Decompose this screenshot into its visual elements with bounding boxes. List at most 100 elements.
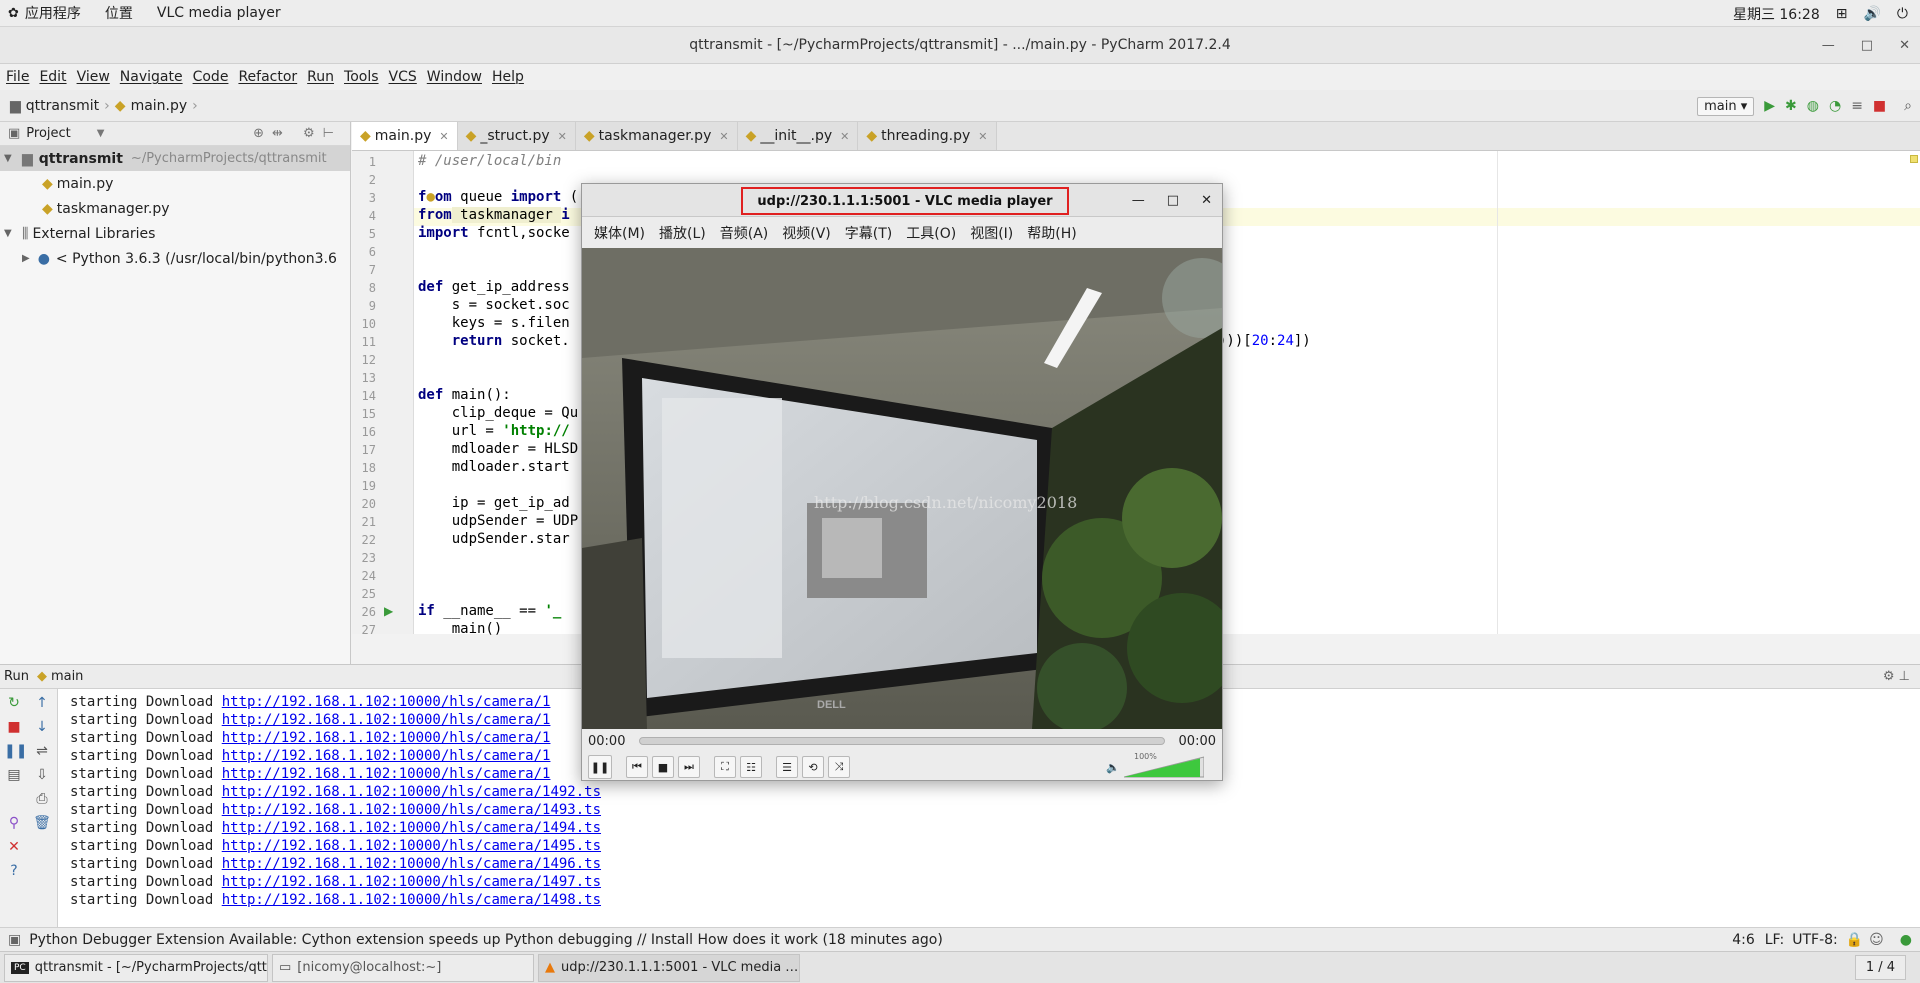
tab-struct[interactable]: ◆ _struct.py ✕ <box>457 122 576 150</box>
task-terminal[interactable]: ▭ [nicomy@localhost:~] <box>272 953 534 982</box>
tree-file-main[interactable]: ◆ main.py <box>0 171 350 196</box>
minimize-icon[interactable]: — <box>1132 193 1145 208</box>
run-config-select[interactable]: main ▾ <box>1697 96 1755 116</box>
console-link[interactable]: http://192.168.1.102:10000/hls/camera/14… <box>222 838 601 854</box>
vlc-menu-subtitle[interactable]: 字幕(T) <box>845 223 892 243</box>
scroll-down-icon[interactable]: ↓ <box>32 719 52 735</box>
console-link[interactable]: http://192.168.1.102:10000/hls/camera/14… <box>222 802 601 818</box>
chevron-down-icon[interactable]: ▼ <box>4 228 18 239</box>
maximize-icon[interactable]: □ <box>1167 193 1179 208</box>
clear-icon[interactable]: 🗑 <box>32 815 52 831</box>
tree-external-libraries[interactable]: ▼ ⫼ External Libraries <box>0 221 350 246</box>
breadcrumb-file[interactable]: main.py <box>131 98 188 114</box>
chevron-right-icon[interactable]: ▶ <box>22 253 30 264</box>
tab-init[interactable]: ◆ __init__.py ✕ <box>737 122 859 150</box>
pin-icon[interactable]: ⚲ <box>4 815 24 831</box>
task-pycharm[interactable]: PC qttransmit - [~/PycharmProjects/qtt… <box>4 953 268 982</box>
console-link[interactable]: http://192.168.1.102:10000/hls/camera/1 <box>222 766 551 782</box>
tree-root[interactable]: ▼ ▆ qttransmit ~/PycharmProjects/qttrans… <box>0 146 350 171</box>
menu-run[interactable]: Run <box>307 69 334 85</box>
print-icon[interactable]: ⎙ <box>32 791 52 807</box>
scroll-to-end-icon[interactable]: ⇩ <box>32 767 52 783</box>
vlc-menu-help[interactable]: 帮助(H) <box>1027 223 1076 243</box>
menu-navigate[interactable]: Navigate <box>120 69 183 85</box>
menu-window[interactable]: Window <box>427 69 482 85</box>
caret-position[interactable]: 4:6 <box>1732 932 1755 948</box>
close-tab-icon[interactable]: ✕ <box>439 130 448 143</box>
menu-edit[interactable]: Edit <box>39 69 66 85</box>
vlc-menu-playback[interactable]: 播放(L) <box>659 223 706 243</box>
close-tab-icon[interactable]: ✕ <box>978 130 987 143</box>
chevron-down-icon[interactable]: ▼ <box>97 128 105 139</box>
run-tab-label[interactable]: Run <box>4 669 29 684</box>
applications-menu[interactable]: 应用程序 <box>25 3 81 23</box>
lock-icon[interactable]: 🔒☺ <box>1846 932 1890 948</box>
close-tab-icon[interactable]: ✕ <box>558 130 567 143</box>
close-tab-icon[interactable]: ✕ <box>719 130 728 143</box>
clock[interactable]: 星期三 16:28 <box>1733 4 1820 24</box>
scroll-up-icon[interactable]: ↑ <box>32 695 52 711</box>
close-icon[interactable]: ✕ <box>1899 38 1910 53</box>
pause-icon[interactable]: ❚❚ <box>4 743 27 759</box>
run-icon[interactable]: ▶ <box>1764 98 1775 114</box>
vlc-menu-video[interactable]: 视频(V) <box>782 223 831 243</box>
console-link[interactable]: http://192.168.1.102:10000/hls/camera/14… <box>222 892 601 908</box>
help-icon[interactable]: ? <box>4 863 24 879</box>
next-button[interactable]: ⏭ <box>678 756 700 778</box>
console-link[interactable]: http://192.168.1.102:10000/hls/camera/1 <box>222 730 551 746</box>
settings-gear-icon[interactable]: ⚙ ⊥ <box>1883 669 1910 684</box>
menu-view[interactable]: View <box>77 69 110 85</box>
maximize-icon[interactable]: □ <box>1861 38 1873 53</box>
fullscreen-button[interactable]: ⛶ <box>714 756 736 778</box>
breadcrumb-project[interactable]: qttransmit <box>26 98 99 114</box>
tab-threading[interactable]: ◆ threading.py ✕ <box>858 122 997 150</box>
pause-button[interactable]: ❚❚ <box>588 755 612 779</box>
previous-button[interactable]: ⏮ <box>626 756 648 778</box>
menu-vcs[interactable]: VCS <box>389 69 417 85</box>
debug-icon[interactable]: ✱ <box>1785 98 1797 114</box>
panel-tools[interactable]: ⊕⇹ ⚙⊢ <box>253 126 342 141</box>
playlist-button[interactable]: ☰ <box>776 756 798 778</box>
file-encoding[interactable]: UTF-8: <box>1792 932 1838 948</box>
seek-bar[interactable] <box>639 737 1165 745</box>
console-output[interactable]: starting Download http://192.168.1.102:1… <box>70 693 601 909</box>
stop-icon[interactable]: ■ <box>4 719 24 735</box>
vlc-menu-media[interactable]: 媒体(M) <box>594 223 645 243</box>
workspace-pager[interactable]: 1 / 4 <box>1854 955 1906 980</box>
minimize-icon[interactable]: — <box>1822 38 1835 53</box>
task-vlc[interactable]: ▲ udp://230.1.1.1:5001 - VLC media … <box>538 953 800 982</box>
tab-taskmanager[interactable]: ◆ taskmanager.py ✕ <box>575 122 738 150</box>
speaker-icon[interactable]: 🔈 <box>1106 761 1120 774</box>
console-link[interactable]: http://192.168.1.102:10000/hls/camera/14… <box>222 820 601 836</box>
menu-file[interactable]: File <box>6 69 29 85</box>
loop-button[interactable]: ⟲ <box>802 756 824 778</box>
search-icon[interactable]: ⌕ <box>1904 98 1912 114</box>
stop-button[interactable]: ■ <box>652 756 674 778</box>
close-icon[interactable]: ✕ <box>4 839 24 855</box>
event-log-icon[interactable]: ● <box>1900 932 1912 948</box>
tool-windows-icon[interactable]: ▣ <box>8 932 21 948</box>
soft-wrap-icon[interactable]: ⇌ <box>32 743 52 759</box>
volume-icon[interactable]: 🔊 <box>1863 6 1880 22</box>
places-menu[interactable]: 位置 <box>105 3 133 23</box>
menu-help[interactable]: Help <box>492 69 524 85</box>
console-link[interactable]: http://192.168.1.102:10000/hls/camera/14… <box>222 874 601 890</box>
coverage-icon[interactable]: ◍ <box>1807 98 1819 114</box>
tab-main[interactable]: ◆ main.py ✕ <box>352 122 458 150</box>
rerun-icon[interactable]: ↻ <box>4 695 24 711</box>
shuffle-button[interactable]: ⤨ <box>828 756 850 778</box>
profile-icon[interactable]: ◔ <box>1829 98 1841 114</box>
console-link[interactable]: http://192.168.1.102:10000/hls/camera/1 <box>222 748 551 764</box>
menu-code[interactable]: Code <box>193 69 229 85</box>
power-icon[interactable]: ⏻ <box>1897 6 1908 22</box>
console-link[interactable]: http://192.168.1.102:10000/hls/camera/14… <box>222 784 601 800</box>
close-icon[interactable]: ✕ <box>1201 193 1212 208</box>
project-view-select[interactable]: Project <box>26 126 70 141</box>
volume-slider[interactable]: 🔈 100% <box>1106 752 1205 779</box>
vlc-menu-view[interactable]: 视图(I) <box>970 223 1013 243</box>
tree-python-sdk[interactable]: ▶ ● < Python 3.6.3 (/usr/local/bin/pytho… <box>0 246 350 271</box>
menu-refactor[interactable]: Refactor <box>238 69 297 85</box>
run-gutter-icon[interactable]: ▶ <box>384 604 393 618</box>
active-app-menu[interactable]: VLC media player <box>157 5 281 21</box>
video-frame[interactable]: DELL http://blog.csdn.net/nicomy2018 <box>582 248 1222 729</box>
